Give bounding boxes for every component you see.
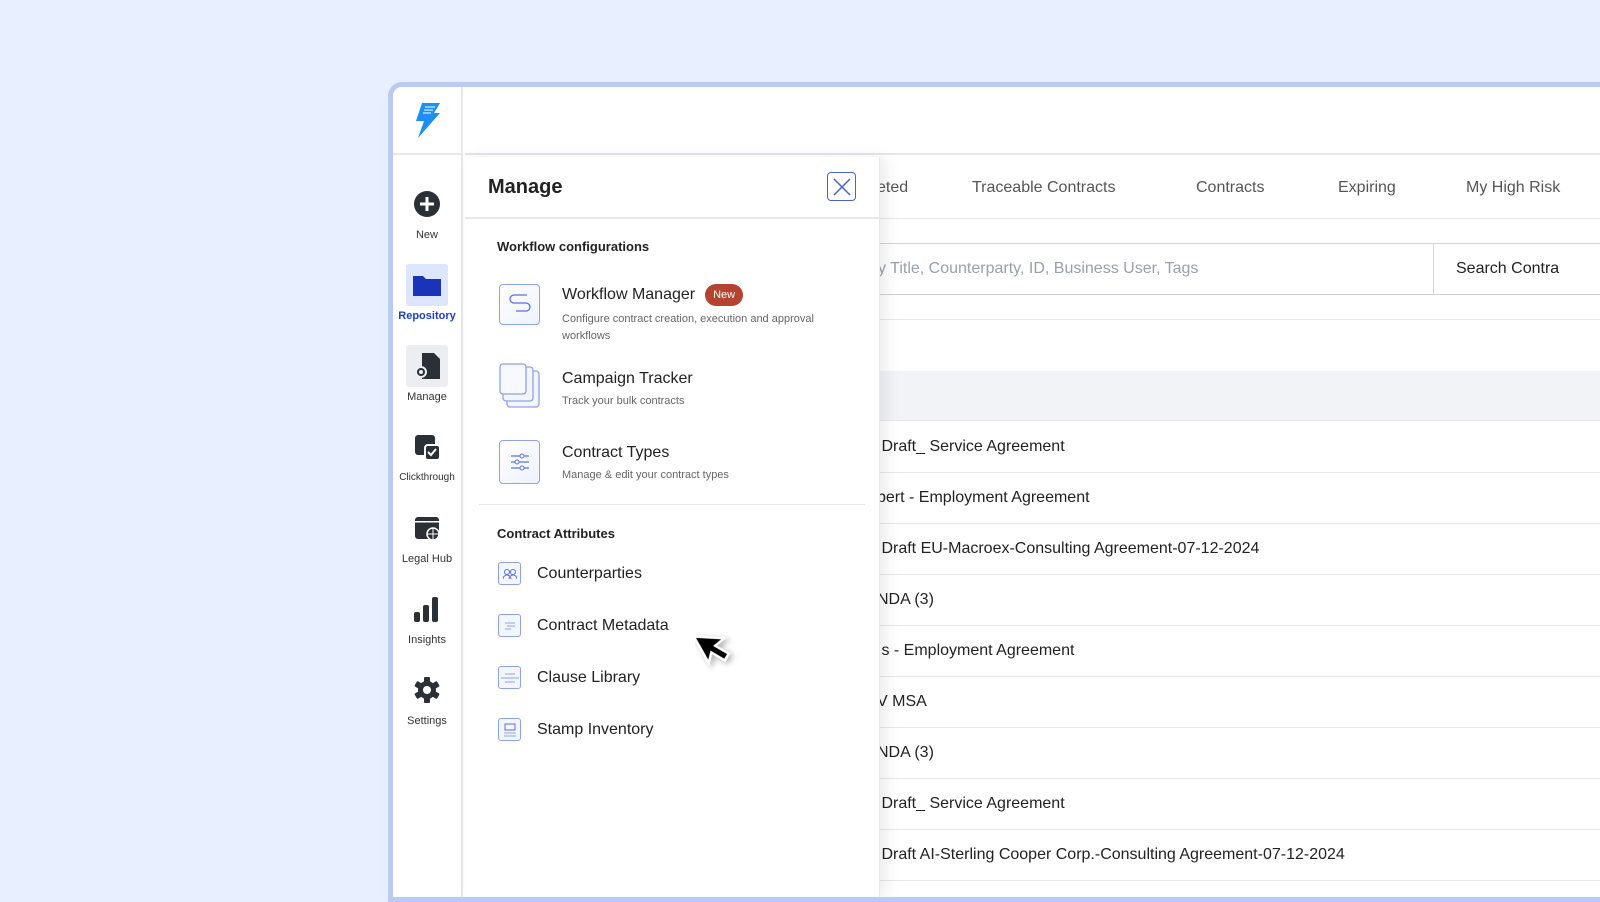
sidebar-label: Insights [408, 634, 446, 646]
gear-icon [414, 677, 440, 703]
item-desc: Track your bulk contracts [562, 395, 685, 407]
workflow-manager-item[interactable]: Workflow Manager New Configure contract cr… [499, 284, 822, 345]
stamp-icon [498, 718, 521, 741]
tab-my-high-risk[interactable]: My High Risk [1466, 179, 1560, 197]
stacked-blocks-icon [498, 666, 521, 689]
sidebar-item-settings[interactable]: Settings [393, 669, 462, 750]
search-bar[interactable]: y Title, Counterparty, ID, Business User… [765, 243, 1600, 295]
item-desc: Manage & edit your contract types [562, 469, 729, 481]
file-gear-icon [415, 353, 440, 379]
sidebar-label: Repository [398, 310, 456, 322]
divider [479, 504, 865, 505]
lightning-logo-icon [416, 103, 440, 138]
stamp-inventory-item[interactable]: Stamp Inventory [498, 718, 654, 741]
manage-panel: Manage Workflow configurations Workflow … [465, 157, 880, 897]
panel-title: Manage [488, 176, 563, 198]
clause-library-item[interactable]: Clause Library [498, 666, 640, 689]
tab-contracts[interactable]: Contracts [1196, 179, 1264, 197]
campaign-tracker-item[interactable]: Campaign Tracker Track your bulk contract… [499, 362, 822, 410]
checkbox-doc-icon [415, 435, 441, 461]
sidebar-item-legal-hub[interactable]: Legal Hub [393, 507, 462, 588]
contract-types-item[interactable]: Contract Types Manage & edit your contrac… [499, 440, 822, 484]
sidebar-label: Clickthrough [399, 472, 455, 483]
workflow-path-icon [508, 293, 531, 312]
close-icon [832, 177, 851, 196]
bar-chart-icon [414, 597, 438, 622]
contract-metadata-item[interactable]: Contract Metadata [498, 614, 669, 637]
plus-circle-icon [414, 191, 440, 217]
search-contracts-button[interactable]: Search Contra [1433, 244, 1581, 294]
browser-globe-icon [415, 517, 440, 541]
sidebar-label: Settings [407, 715, 447, 727]
section-heading: Contract Attributes [497, 526, 615, 541]
sidebar-item-insights[interactable]: Insights [393, 588, 462, 669]
sidebar-item-manage[interactable]: Manage [393, 345, 462, 426]
new-badge: New [705, 284, 744, 306]
item-desc: Configure contract creation, execution a… [562, 313, 814, 342]
item-title: Campaign Tracker [562, 370, 693, 387]
item-title: Workflow Manager [562, 286, 696, 303]
stacked-pages-icon [499, 362, 540, 408]
tab-traceable-contracts[interactable]: Traceable Contracts [972, 179, 1115, 197]
document-lines-icon [498, 614, 521, 637]
mouse-cursor-icon [695, 635, 731, 667]
sidebar-item-repository[interactable]: Repository [393, 264, 462, 345]
sidebar-label: Legal Hub [401, 553, 453, 565]
sidebar-item-clickthrough[interactable]: Clickthrough [393, 426, 462, 507]
app-window: New Repository Manage Clickthrough Legal… [388, 82, 1600, 902]
people-icon [498, 562, 521, 585]
app-logo[interactable] [393, 87, 461, 155]
sidebar-label: New [415, 229, 438, 241]
sidebar-label: Manage [407, 391, 447, 403]
search-input[interactable]: y Title, Counterparty, ID, Business User… [878, 260, 1198, 278]
sidebar-item-new[interactable]: New [393, 183, 462, 264]
sidebar: New Repository Manage Clickthrough Legal… [393, 87, 463, 897]
item-title: Contract Types [562, 444, 670, 461]
tab-expiring[interactable]: Expiring [1338, 179, 1396, 197]
folder-icon [413, 276, 441, 296]
tab-completed[interactable]: eted [877, 179, 908, 197]
sliders-icon [510, 453, 529, 471]
section-heading: Workflow configurations [497, 239, 650, 254]
counterparties-item[interactable]: Counterparties [498, 562, 642, 585]
top-header [465, 87, 1600, 155]
close-button[interactable] [827, 172, 856, 201]
